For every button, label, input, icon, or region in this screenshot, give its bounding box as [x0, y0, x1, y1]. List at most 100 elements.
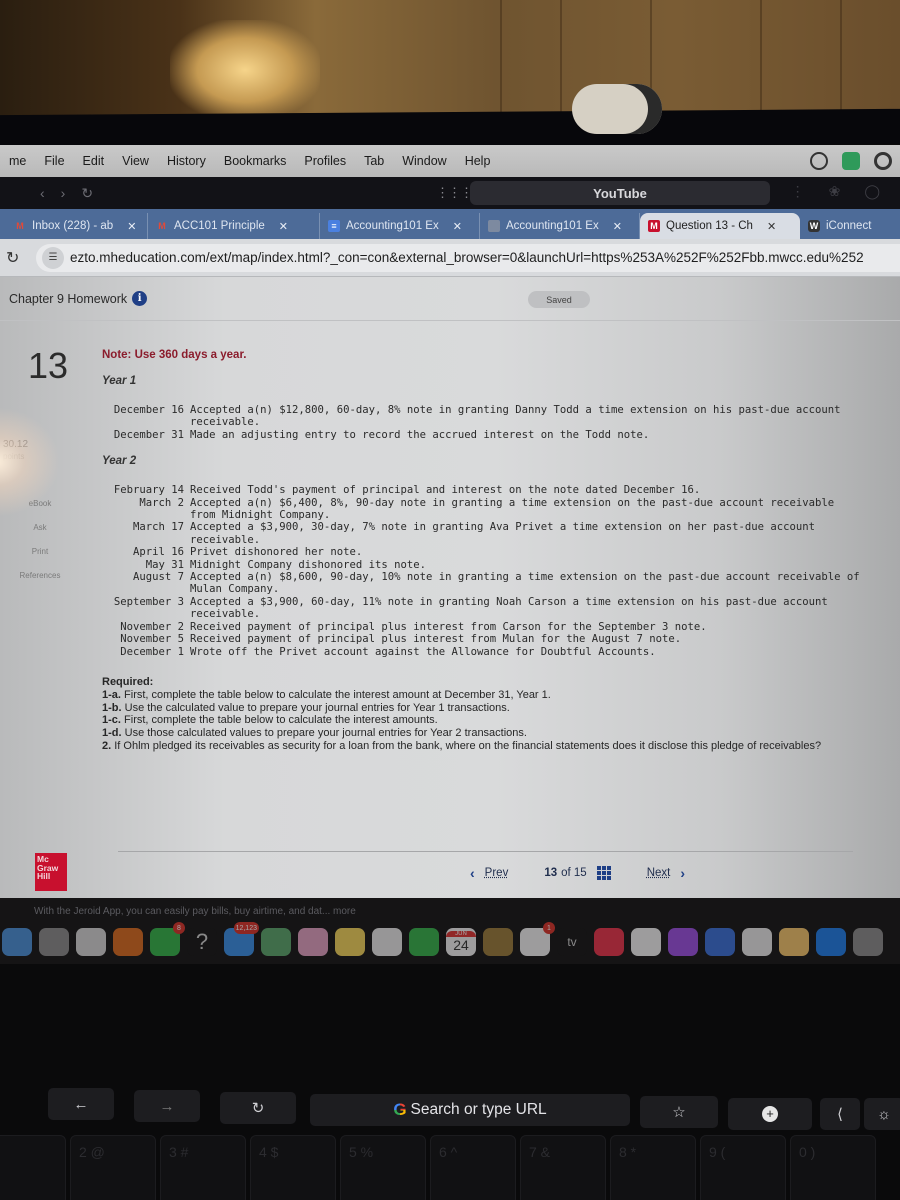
keyboard-key[interactable]: 4 $	[250, 1135, 336, 1200]
current-question: 13	[544, 867, 558, 879]
keyboard-key[interactable]: 7 &	[520, 1135, 606, 1200]
reload-icon[interactable]: ↻	[81, 185, 93, 202]
keyboard-key[interactable]: 0 )	[790, 1135, 876, 1200]
touchbar-new-tab-button[interactable]: +	[728, 1098, 812, 1130]
pages-icon[interactable]	[779, 928, 809, 956]
menu-file[interactable]: File	[35, 154, 73, 168]
print-link[interactable]: Print	[0, 547, 80, 571]
url-input[interactable]: ☰ ezto.mheducation.com/ext/map/index.htm…	[36, 243, 900, 272]
keyboard-key[interactable]: 3 #	[160, 1135, 246, 1200]
touchbar-bookmark-button[interactable]: ☆	[640, 1096, 718, 1128]
keyboard-key[interactable]: 6 ^	[430, 1135, 516, 1200]
ebook-link[interactable]: eBook	[0, 499, 80, 523]
year-2-transactions: February 14 Received Todd's payment of p…	[102, 484, 892, 658]
menu-app-name[interactable]: me	[0, 154, 35, 168]
info-icon[interactable]: i	[132, 291, 148, 306]
transaction-date: December 31	[113, 428, 184, 441]
tab-acc101[interactable]: M ACC101 Principle ✕	[148, 213, 320, 239]
mail-icon[interactable]: 12,123	[224, 922, 259, 956]
messages-icon[interactable]: 8	[150, 922, 185, 956]
chevron-right-icon[interactable]: ›	[680, 865, 685, 881]
more-menu-icon[interactable]: ⋮	[791, 183, 805, 200]
system-settings-icon[interactable]	[853, 928, 883, 956]
next-button[interactable]: Next	[647, 867, 671, 879]
tab-accounting101-doc[interactable]: ≡ Accounting101 Ex ✕	[320, 213, 480, 239]
question-grid-icon[interactable]	[596, 866, 611, 880]
tab-accounting101-ex[interactable]: Accounting101 Ex ✕	[480, 213, 640, 239]
close-tab-icon[interactable]: ✕	[613, 220, 622, 233]
required-item-text: Use those calculated values to prepare y…	[124, 727, 527, 740]
back-icon[interactable]: ‹	[40, 185, 45, 202]
forward-icon[interactable]: ›	[61, 185, 66, 202]
touchbar-reload-button[interactable]: ↻	[220, 1092, 296, 1124]
numbers-icon[interactable]	[742, 928, 772, 956]
keyboard-key[interactable]: 1	[0, 1135, 66, 1200]
touchbar-brightness-button[interactable]: ☼	[864, 1098, 900, 1130]
keynote-icon[interactable]	[705, 928, 735, 956]
menu-profiles[interactable]: Profiles	[295, 154, 355, 168]
screen: me File Edit View History Bookmarks Prof…	[0, 145, 900, 905]
chrome-icon[interactable]	[76, 928, 106, 956]
youtube-search-bar[interactable]: YouTube	[470, 181, 770, 205]
touchbar-search-field[interactable]: G Search or type URL	[310, 1094, 630, 1126]
references-link[interactable]: References	[0, 571, 80, 595]
touchbar-back-button[interactable]: ←	[48, 1088, 114, 1120]
keyboard-key[interactable]: 8 *	[610, 1135, 696, 1200]
notification-banner[interactable]: With the Jeroid App, you can easily pay …	[34, 906, 356, 917]
music-icon[interactable]	[594, 928, 624, 956]
menu-window[interactable]: Window	[393, 154, 455, 168]
keyboard-key[interactable]: 9 (	[700, 1135, 786, 1200]
calendar-icon[interactable]: JUN 24	[446, 928, 476, 956]
close-tab-icon[interactable]: ✕	[767, 220, 776, 233]
close-tab-icon[interactable]: ✕	[127, 220, 136, 233]
question-number: 13	[28, 345, 69, 386]
menu-bookmarks[interactable]: Bookmarks	[215, 154, 296, 168]
help-icon[interactable]: ?	[187, 928, 217, 956]
maps-icon[interactable]	[261, 928, 291, 956]
close-tab-icon[interactable]: ✕	[453, 220, 462, 233]
finder-icon[interactable]	[2, 928, 32, 956]
ask-link[interactable]: Ask	[0, 523, 80, 547]
tab-iconnect[interactable]: W iConnect	[800, 213, 879, 239]
keyboard-key[interactable]: 2 @	[70, 1135, 156, 1200]
apps-grid-icon[interactable]: ⋮⋮⋮	[436, 185, 473, 201]
photos-icon[interactable]	[298, 928, 328, 956]
prev-button[interactable]: Prev	[485, 867, 509, 879]
close-tab-icon[interactable]: ✕	[279, 220, 288, 233]
reload-icon[interactable]: ↻	[6, 248, 28, 268]
menu-edit[interactable]: Edit	[74, 154, 114, 168]
firefox-icon[interactable]	[113, 928, 143, 956]
touchbar-collapse-button[interactable]: ⟨	[820, 1098, 860, 1130]
site-settings-icon[interactable]: ☰	[42, 246, 64, 269]
keyboard-key[interactable]: 5 %	[340, 1135, 426, 1200]
menu-tab[interactable]: Tab	[355, 154, 393, 168]
news-icon[interactable]	[631, 928, 661, 956]
podcasts-icon[interactable]	[668, 928, 698, 956]
launchpad-icon[interactable]	[39, 928, 69, 956]
tab-inbox[interactable]: M Inbox (228) - ab ✕	[0, 213, 148, 239]
dock-icons: 8? 12,123 JUN 24 1 tv	[0, 922, 883, 956]
reminders-icon[interactable]: 1	[520, 922, 555, 956]
chevron-left-icon[interactable]: ‹	[470, 865, 475, 881]
touchbar-forward-button[interactable]: →	[134, 1090, 200, 1122]
app-store-icon[interactable]	[816, 928, 846, 956]
grammarly-icon[interactable]	[874, 152, 892, 170]
menu-help[interactable]: Help	[456, 154, 500, 168]
facetime-icon[interactable]	[409, 928, 439, 956]
iconnect-icon: W	[808, 220, 820, 232]
unknown-gold-icon[interactable]	[483, 928, 513, 956]
tab-question-13[interactable]: M Question 13 - Ch ✕	[640, 213, 800, 239]
tab-label: Accounting101 Ex	[346, 220, 439, 232]
menu-view[interactable]: View	[113, 154, 158, 168]
green-app-icon[interactable]	[842, 152, 860, 170]
notes-icon[interactable]	[335, 928, 365, 956]
shield-icon[interactable]: ◯	[864, 183, 880, 200]
freeform-icon[interactable]	[372, 928, 402, 956]
tab-label: Question 13 - Ch	[666, 220, 753, 232]
apple-tv-icon[interactable]: tv	[557, 928, 587, 956]
number-row-keys: 12 @3 #4 $5 %6 ^7 &8 *9 (0 )	[0, 1135, 900, 1200]
footer-divider	[118, 851, 853, 852]
menu-history[interactable]: History	[158, 154, 215, 168]
openai-icon[interactable]: ❀	[829, 183, 841, 200]
openai-icon[interactable]	[810, 152, 828, 170]
